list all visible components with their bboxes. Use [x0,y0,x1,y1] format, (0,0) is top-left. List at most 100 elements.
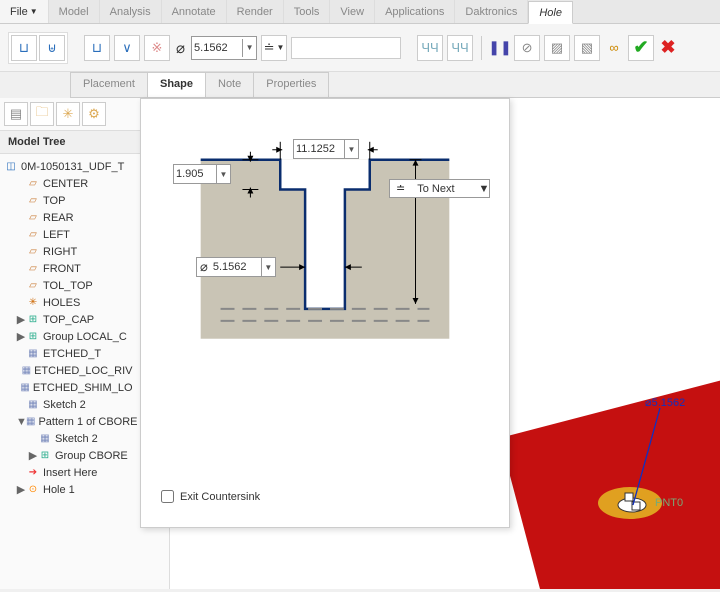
group-icon: ⊞ [26,331,40,343]
tab-shape[interactable]: Shape [147,72,206,97]
cbore-dia-input[interactable] [294,141,344,157]
diameter-input-group: ▼ [191,36,257,60]
menu-tools[interactable]: Tools [284,0,331,23]
glasses-icon[interactable]: ∞ [604,38,624,58]
tree-item-label: Insert Here [43,467,97,479]
cbore-dia-dropdown[interactable]: ▼ [344,140,358,158]
cbore-toggle-button[interactable]: ЧЧ [417,35,443,61]
datum-icon: ▱ [26,263,40,275]
simple-hole-button[interactable]: ⊔ [11,35,37,61]
tab-properties[interactable]: Properties [253,72,329,97]
sketch-icon: ▦ [20,382,29,394]
sketch-icon: ▦ [26,348,40,360]
hole-type-group: ⊔ ⊎ [8,32,68,64]
insert-icon: ➔ [26,467,40,479]
menu-render[interactable]: Render [227,0,284,23]
hole-icon: ⊙ [26,484,40,496]
datum-icon: ▱ [26,246,40,258]
tree-folders-button[interactable]: 🗀 [30,102,54,126]
shape-panel: ▼ ▼ ⌀ ▼ ≐ To Next ▼ Exit Countersink [140,98,510,528]
menu-file-label: File [10,6,28,18]
menu-bar: File▼ Model Analysis Annotate Render Too… [0,0,720,24]
depth-option-button[interactable]: ≐▼ [261,35,287,61]
cbore-depth-input-group: ▼ [173,164,231,184]
depth-option-label: To Next [411,181,460,197]
no-preview-button[interactable]: ⊘ [514,35,540,61]
depth-icon: ≐ [390,180,411,197]
cancel-button[interactable]: ✖ [658,38,678,58]
tree-item-label: Hole 1 [43,484,75,496]
sketch-icon: ▦ [22,365,31,377]
hole-dia-dropdown[interactable]: ▼ [261,258,275,276]
menu-applications[interactable]: Applications [375,0,455,23]
ok-button[interactable]: ✔ [628,35,654,61]
datum-icon: ▱ [26,229,40,241]
tree-item-label: Pattern 1 of CBORE [38,416,137,428]
tree-root-label: 0M-1050131_UDF_T [21,161,124,173]
cbore-depth-input[interactable] [174,166,216,182]
menu-view[interactable]: View [330,0,375,23]
tree-settings-button[interactable]: ⚙ [82,102,106,126]
tree-item-label: Group LOCAL_C [43,331,127,343]
sketch-icon: ▦ [38,433,52,445]
sketch-icon: ▦ [26,399,40,411]
tab-placement[interactable]: Placement [70,72,148,97]
preview-button[interactable]: ▧ [574,35,600,61]
tree-item-label: ETCHED_LOC_RIV [34,365,132,377]
hole-toolbar: ⊔ ⊎ ⊔ ∨ ※ ⌀ ▼ ≐▼ ЧЧ ЧЧ ❚❚ ⊘ ▨ ▧ ∞ ✔ ✖ [0,24,720,72]
tree-layers-button[interactable]: ▤ [4,102,28,126]
tapered-hole-button[interactable]: ∨ [114,35,140,61]
csink-toggle-button[interactable]: ЧЧ [447,35,473,61]
viewport-dim-label: ⌀5.1562 [645,397,685,409]
depth-option-dropdown[interactable]: ▼ [479,183,490,195]
tree-new-button[interactable]: ✳ [56,102,80,126]
menu-file[interactable]: File▼ [0,0,49,23]
expand-icon[interactable]: ▶ [16,330,26,343]
tree-item-label: HOLES [43,297,80,309]
cbore-depth-dropdown[interactable]: ▼ [216,165,230,183]
expand-icon[interactable]: ▶ [16,313,26,326]
expand-icon[interactable]: ▼ [16,416,26,428]
expand-icon[interactable]: ▶ [28,449,38,462]
sketch-hole-button[interactable]: ※ [144,35,170,61]
datum-icon: ▱ [26,280,40,292]
menu-analysis[interactable]: Analysis [100,0,162,23]
datum-icon: ▱ [26,195,40,207]
cbore-dia-input-group: ▼ [293,139,359,159]
menu-annotate[interactable]: Annotate [162,0,227,23]
standard-hole-button[interactable]: ⊎ [39,35,65,61]
separator [481,36,482,60]
part-icon: ◫ [4,161,18,173]
depth-value-input[interactable] [291,37,401,59]
diameter-dropdown[interactable]: ▼ [242,39,256,57]
viewport-csys-label: PNT0 [655,497,683,509]
expand-icon[interactable]: ▶ [16,483,26,496]
tree-item-label: RIGHT [43,246,77,258]
datum-icon: ▱ [26,212,40,224]
depth-option-select[interactable]: ≐ To Next ▼ [389,179,490,198]
menu-daktronics[interactable]: Daktronics [455,0,528,23]
tree-item-label: CENTER [43,178,88,190]
group-icon: ⊞ [26,314,40,326]
tree-item-label: Group CBORE [55,450,128,462]
diameter-input[interactable] [192,37,242,59]
hole-subtabs: Placement Shape Note Properties [70,72,720,98]
hole-dia-input-group: ⌀ ▼ [196,257,276,277]
tree-item-label: REAR [43,212,74,224]
hole-dia-input[interactable] [211,259,261,275]
menu-model[interactable]: Model [49,0,100,23]
dropdown-icon: ▼ [30,7,38,16]
group-icon: ⊞ [38,450,52,462]
tab-note[interactable]: Note [205,72,254,97]
diameter-symbol-icon: ⌀ [176,39,185,57]
exit-countersink-toggle[interactable]: Exit Countersink [141,482,509,511]
datum-icon: ▱ [26,178,40,190]
rectangle-hole-button[interactable]: ⊔ [84,35,110,61]
pattern-icon: ▦ [26,416,35,428]
tree-item-label: Sketch 2 [43,399,86,411]
pause-button[interactable]: ❚❚ [490,38,510,58]
exit-countersink-checkbox[interactable] [161,490,174,503]
tree-item-label: LEFT [43,229,70,241]
menu-hole[interactable]: Hole [528,1,573,24]
verify-button[interactable]: ▨ [544,35,570,61]
